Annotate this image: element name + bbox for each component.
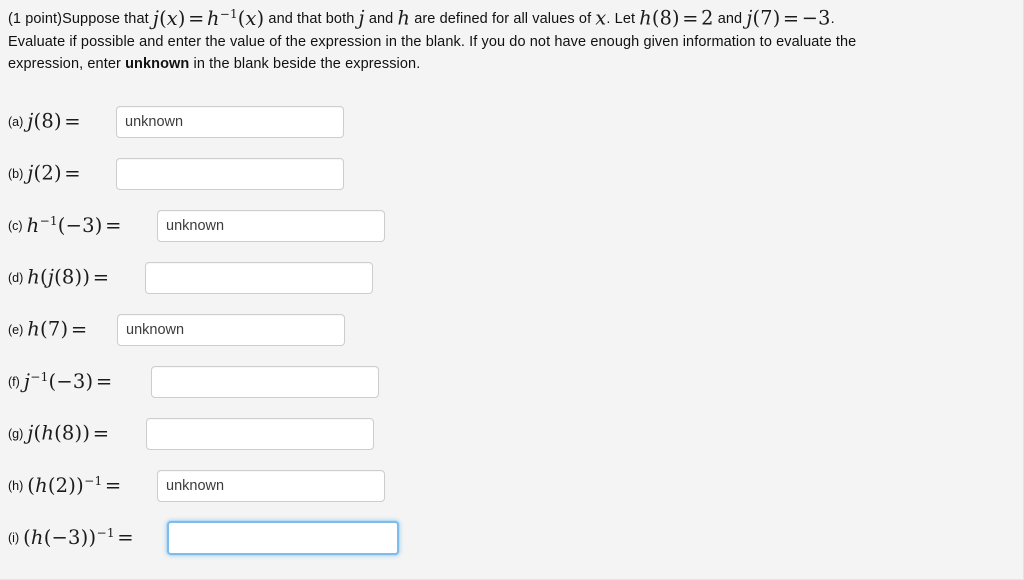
statement-text-mid-1: and that both	[264, 11, 359, 27]
math-equation-j-equals-h-inverse: j(x) = h−1(x)	[152, 6, 265, 30]
math-expression: (h(−3))−1 =	[23, 525, 134, 549]
math-equation-h8-equals-2: h(8) = 2	[639, 6, 714, 30]
answer-row-expression: j−1(−3) =	[23, 369, 122, 393]
math-expression: j(2) =	[27, 161, 81, 185]
math-expression: h−1(−3) =	[26, 213, 122, 237]
math-equation-j7-equals-neg3: j(7) = −3	[746, 6, 831, 30]
statement-text-mid-4: . Let	[606, 11, 640, 27]
answer-input-c[interactable]	[157, 210, 385, 242]
answer-row: (i) (h(−3))−1 =	[8, 512, 1008, 564]
math-expression: h(j(8)) =	[27, 265, 110, 289]
answer-row-tag: (g)	[8, 427, 24, 441]
answer-row-label-group: (h) (h(2))−1 =	[8, 460, 131, 512]
math-expression: j(8) =	[27, 109, 81, 133]
answer-input-a[interactable]	[116, 106, 344, 138]
statement-text-pre: Suppose that	[62, 11, 153, 27]
answer-row-expression: j(2) =	[27, 161, 90, 185]
answer-row-label-group: (i) (h(−3))−1 =	[8, 512, 143, 564]
statement-text-mid-2: and	[364, 11, 398, 27]
points-label: (1 point)	[8, 11, 63, 27]
answer-input-h[interactable]	[157, 470, 385, 502]
answer-row-tag: (b)	[8, 167, 24, 181]
answer-row: (h) (h(2))−1 =	[8, 460, 1008, 512]
answer-row-expression: h(7) =	[27, 317, 97, 341]
math-var-h: h	[397, 6, 411, 30]
answer-row: (e) h(7) =	[8, 304, 1008, 356]
answer-row-expression: j(8) =	[27, 109, 90, 133]
answer-row-label-group: (b) j(2) =	[8, 148, 90, 200]
answer-row-label-group: (f) j−1(−3) =	[8, 356, 122, 408]
answer-row-expression: j(h(8)) =	[27, 421, 118, 445]
answer-row-tag: (h)	[8, 479, 24, 493]
answer-row-tag: (f)	[8, 375, 20, 389]
answer-row: (a) j(8) =	[8, 96, 1008, 148]
answer-row-label-group: (e) h(7) =	[8, 304, 97, 356]
answer-row-expression: (h(2))−1 =	[27, 473, 131, 497]
keyword-unknown: unknown	[125, 56, 190, 72]
answer-row: (c) h−1(−3) =	[8, 200, 1008, 252]
math-expression: h(7) =	[27, 317, 88, 341]
statement-text-end: .	[830, 11, 835, 27]
answer-input-f[interactable]	[151, 366, 379, 398]
answer-row-label-group: (g) j(h(8)) =	[8, 408, 119, 460]
answer-row: (g) j(h(8)) =	[8, 408, 1008, 460]
math-expression: j−1(−3) =	[23, 369, 113, 393]
answer-input-i[interactable]	[167, 521, 399, 555]
math-expression: (h(2))−1 =	[27, 473, 122, 497]
answer-input-g[interactable]	[146, 418, 374, 450]
statement-line-1: (1 point)Suppose that j(x) = h−1(x) and th…	[8, 8, 1008, 31]
answer-row-tag: (a)	[8, 115, 24, 129]
answer-row: (f) j−1(−3) =	[8, 356, 1008, 408]
answer-row-label-group: (d) h(j(8)) =	[8, 252, 119, 304]
answer-row-expression: (h(−3))−1 =	[23, 525, 143, 549]
answer-row-tag: (i)	[8, 531, 20, 545]
statement-line-3-pre: expression, enter	[8, 56, 126, 72]
answer-row: (d) h(j(8)) =	[8, 252, 1008, 304]
statement-line-3-post: in the blank beside the expression.	[189, 56, 421, 72]
answer-row-tag: (d)	[8, 271, 24, 285]
statement-text-mid-5: and	[713, 11, 747, 27]
answer-row-label-group: (c) h−1(−3) =	[8, 200, 131, 252]
math-expression: j(h(8)) =	[27, 421, 110, 445]
statement-line-2: Evaluate if possible and enter the value…	[8, 33, 857, 50]
math-var-x: x	[595, 6, 607, 30]
answer-row: (b) j(2) =	[8, 148, 1008, 200]
answer-input-b[interactable]	[116, 158, 344, 190]
statement-line-3: expression, enter unknown in the blank b…	[8, 53, 1008, 76]
answer-row-tag: (c)	[8, 219, 23, 233]
answer-row-label-group: (a) j(8) =	[8, 96, 90, 148]
problem-statement: (1 point)Suppose that j(x) = h−1(x) and th…	[8, 8, 1008, 76]
answer-rows: (a)j(8)=(b)j(2)=(c)h−1(−3)=(d)h(j(8))=(e…	[8, 96, 1008, 564]
answer-row-expression: h−1(−3) =	[26, 213, 132, 237]
statement-text-mid-3: are defined for all values of	[410, 11, 596, 27]
problem-page: (1 point)Suppose that j(x) = h−1(x) and th…	[0, 0, 1024, 580]
answer-row-tag: (e)	[8, 323, 24, 337]
answer-row-expression: h(j(8)) =	[27, 265, 118, 289]
answer-input-d[interactable]	[145, 262, 373, 294]
answer-input-e[interactable]	[117, 314, 345, 346]
